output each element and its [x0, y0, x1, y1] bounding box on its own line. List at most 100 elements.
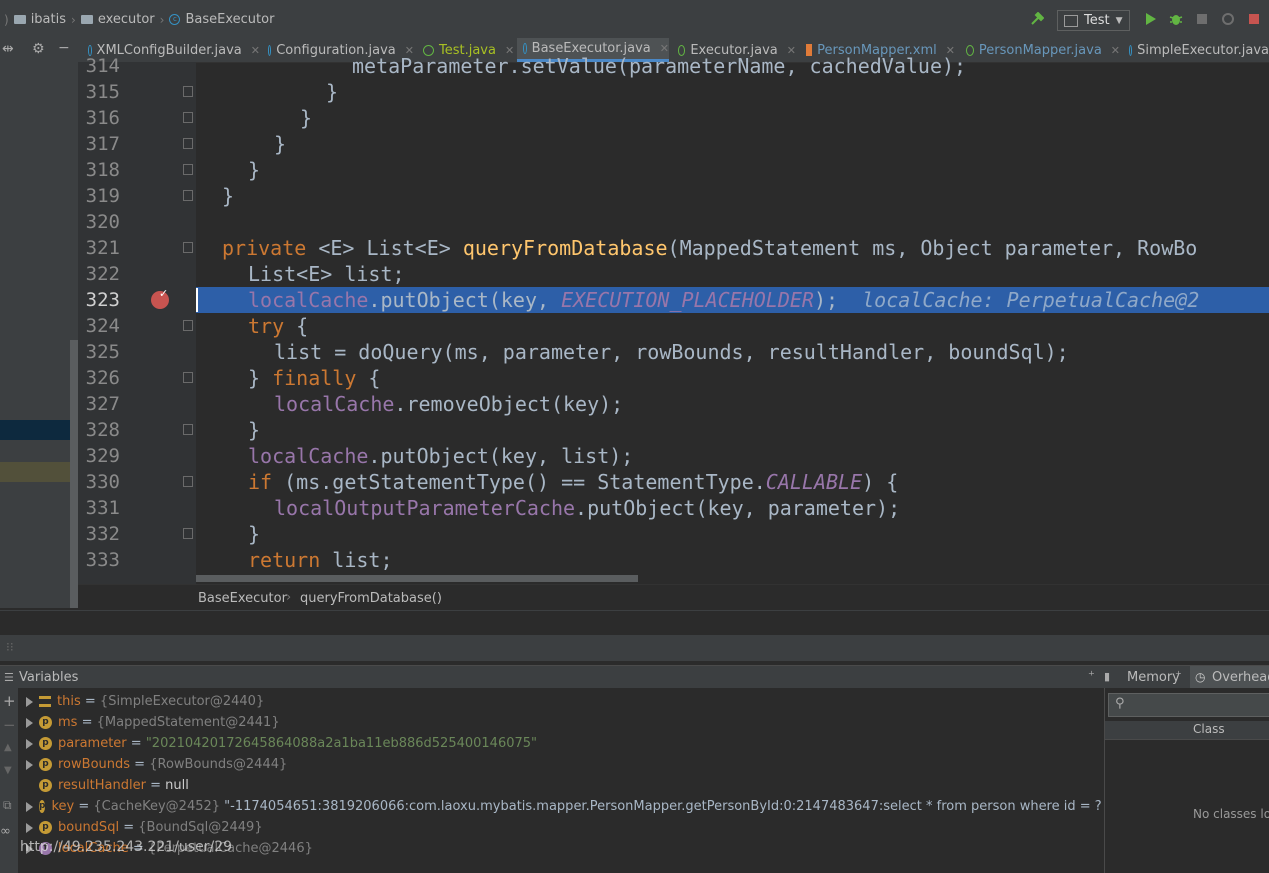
breakpoint-icon[interactable]: ✓: [151, 287, 169, 309]
keyword: private: [222, 236, 319, 260]
keyword: return: [248, 548, 321, 572]
line-number: 327: [85, 393, 120, 415]
code-line-331[interactable]: localOutputParameterCache.putObject(key,…: [274, 495, 900, 521]
fold-marker[interactable]: [183, 476, 193, 487]
expand-icon[interactable]: [26, 822, 33, 833]
variable-value: "20210420172645864088a2a1ba11eb886d52540…: [145, 736, 538, 751]
expand-icon[interactable]: [26, 738, 33, 749]
fold-marker[interactable]: [183, 164, 193, 175]
code-line-332[interactable]: }: [248, 521, 260, 547]
fold-marker[interactable]: [183, 86, 193, 97]
code-line-326[interactable]: } finally {: [248, 365, 380, 391]
variable-row-boundsql[interactable]: p boundSql = {BoundSql@2449}: [26, 817, 263, 838]
arrow-down-icon[interactable]: ▼: [4, 765, 12, 776]
copy-icon[interactable]: ⧉: [3, 798, 12, 813]
variable-row-ms[interactable]: p ms = {MappedStatement@2441}: [26, 712, 280, 733]
line-number: 324: [85, 315, 120, 337]
glasses-icon[interactable]: ∞: [0, 824, 11, 839]
list-icon: ☰: [4, 671, 14, 684]
horizontal-scrollbar[interactable]: [196, 575, 638, 582]
tab-memory[interactable]: Memory: [1127, 670, 1180, 685]
fold-marker[interactable]: [183, 138, 193, 149]
drag-handle-icon[interactable]: ⁝⁝: [6, 640, 14, 654]
code-line-321[interactable]: private <E> List<E> queryFromDatabase(Ma…: [222, 235, 1197, 261]
variable-name: boundSql: [58, 820, 120, 835]
field-ref: localCache: [274, 392, 395, 416]
variable-value: {SimpleExecutor@2440}: [99, 694, 265, 709]
breadcrumb-item-ibatis[interactable]: ibatis: [31, 12, 66, 27]
fold-marker[interactable]: [183, 112, 193, 123]
tab-overhead[interactable]: ◷ Overhead: [1190, 666, 1269, 689]
code-line-327[interactable]: localCache.removeObject(key);: [274, 391, 623, 417]
expand-icon[interactable]: [26, 759, 33, 770]
fold-marker[interactable]: [183, 424, 193, 435]
variable-row-key[interactable]: p key = {CacheKey@2452} "-1174054651:381…: [26, 796, 1102, 817]
code-line-333[interactable]: return list;: [248, 547, 393, 573]
code-line-325[interactable]: list = doQuery(ms, parameter, rowBounds,…: [274, 339, 1069, 365]
line-number: 322: [85, 263, 120, 285]
tab-simpleexecutor[interactable]: SimpleExecutor.java: [1123, 38, 1269, 62]
class-column-header[interactable]: Class: [1105, 721, 1269, 740]
line-number: 314: [85, 55, 120, 77]
code-line-323[interactable]: localCache.putObject(key, EXECUTION_PLAC…: [248, 287, 1199, 313]
code-line-318[interactable]: }: [248, 157, 260, 183]
editor-breadcrumb: BaseExecutor › queryFromDatabase(): [78, 584, 1269, 611]
breadcrumb-method[interactable]: queryFromDatabase(): [300, 591, 442, 606]
breadcrumb-item-baseexecutor[interactable]: BaseExecutor: [185, 12, 274, 27]
variable-row-resulthandler[interactable]: p resultHandler = null: [39, 775, 189, 796]
add-icon[interactable]: +: [3, 692, 16, 710]
expand-icon[interactable]: [26, 801, 33, 812]
code-line-328[interactable]: }: [248, 417, 260, 443]
parameter-icon: p: [39, 800, 46, 813]
fold-marker[interactable]: [183, 372, 193, 383]
run-icon[interactable]: [1143, 12, 1157, 26]
build-hammer-icon[interactable]: [1030, 12, 1044, 26]
code-line-322[interactable]: List<E> list;: [248, 261, 405, 287]
pin-icon[interactable]: ⁺: [1088, 669, 1095, 684]
expand-icon[interactable]: [26, 717, 33, 728]
code-text: list;: [320, 548, 393, 572]
code-line-315[interactable]: }: [326, 79, 338, 105]
expand-icon[interactable]: [26, 696, 33, 707]
gear-icon[interactable]: ⚙: [32, 41, 45, 57]
variable-row-rowbounds[interactable]: p rowBounds = {RowBounds@2444}: [26, 754, 287, 775]
class-search-input[interactable]: ⚲: [1108, 693, 1269, 717]
fold-marker[interactable]: [183, 190, 193, 201]
variable-row-parameter[interactable]: p parameter = "20210420172645864088a2a1b…: [26, 733, 537, 754]
fold-marker[interactable]: [183, 242, 193, 253]
coverage-icon[interactable]: [1195, 12, 1209, 26]
line-number: 326: [85, 367, 120, 389]
folder-icon: [80, 15, 93, 24]
tab-personmapper-java[interactable]: PersonMapper.java ✕: [960, 38, 1120, 62]
parameter-icon: p: [39, 779, 52, 792]
code-line-329[interactable]: localCache.putObject(key, list);: [248, 443, 633, 469]
profile-icon[interactable]: [1221, 12, 1235, 26]
code-line-317[interactable]: }: [274, 131, 286, 157]
debug-icon[interactable]: [1169, 12, 1183, 26]
stop-icon[interactable]: [1247, 12, 1261, 26]
variable-name: rowBounds: [58, 757, 131, 772]
minimize-icon[interactable]: −: [58, 40, 70, 56]
code-line-314[interactable]: metaParameter.setValue(parameterName, ca…: [352, 53, 966, 79]
pin-icon[interactable]: ⁺: [1175, 669, 1182, 684]
run-configuration-select[interactable]: Test ▼: [1057, 10, 1130, 31]
fold-marker[interactable]: [183, 320, 193, 331]
code-line-316[interactable]: }: [300, 105, 312, 131]
variable-name: key: [51, 799, 75, 814]
split-icon[interactable]: ⇹: [2, 41, 14, 57]
close-icon[interactable]: ✕: [251, 44, 260, 57]
code-line-324[interactable]: try {: [248, 313, 308, 339]
breadcrumb-item-executor[interactable]: executor: [98, 12, 155, 27]
fold-marker[interactable]: [183, 528, 193, 539]
scrollbar-thumb[interactable]: [70, 340, 78, 608]
arrow-up-icon[interactable]: ▲: [4, 742, 12, 753]
variable-value: {MappedStatement@2441}: [96, 715, 280, 730]
breadcrumb-class[interactable]: BaseExecutor: [198, 591, 287, 606]
code-text: .putObject(key,: [368, 288, 562, 312]
variable-row-this[interactable]: this = {SimpleExecutor@2440}: [26, 691, 264, 712]
remove-icon[interactable]: −: [3, 716, 16, 734]
code-line-330[interactable]: if (ms.getStatementType() == StatementTy…: [248, 469, 898, 495]
code-line-319[interactable]: }: [222, 183, 234, 209]
close-icon[interactable]: ✕: [1111, 44, 1120, 57]
chevron-right-icon: ›: [71, 12, 76, 27]
